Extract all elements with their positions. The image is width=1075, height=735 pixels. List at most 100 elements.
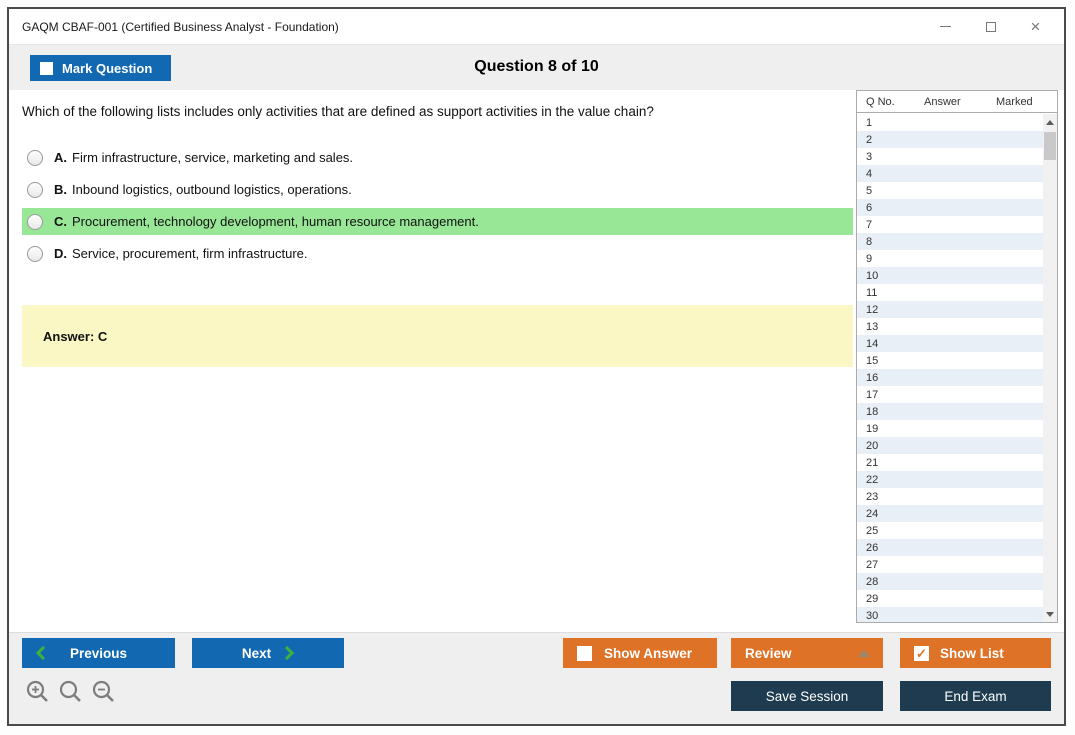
question-list-row[interactable]: 24 — [857, 505, 1043, 522]
question-counter: Question 8 of 10 — [9, 58, 1064, 76]
option-text: Service, procurement, firm infrastructur… — [72, 246, 308, 261]
header-strip: Mark Question Question 8 of 10 — [9, 44, 1064, 90]
question-list-row[interactable]: 19 — [857, 420, 1043, 437]
option-row[interactable]: D. Service, procurement, firm infrastruct… — [22, 240, 853, 267]
option-text: Inbound logistics, outbound logistics, o… — [72, 182, 352, 197]
title-bar: GAQM CBAF-001 (Certified Business Analys… — [9, 9, 1064, 44]
qno-cell: 4 — [866, 168, 924, 180]
question-list-row[interactable]: 12 — [857, 301, 1043, 318]
question-list-row[interactable]: 17 — [857, 386, 1043, 403]
qno-cell: 2 — [866, 134, 924, 146]
option-text: Firm infrastructure, service, marketing … — [72, 150, 353, 165]
show-answer-checkbox[interactable] — [577, 646, 592, 661]
qno-cell: 17 — [866, 389, 924, 401]
radio-button[interactable] — [27, 246, 43, 262]
question-list-row[interactable]: 2 — [857, 131, 1043, 148]
qno-cell: 14 — [866, 338, 924, 350]
option-row[interactable]: B.Inbound logistics, outbound logistics,… — [22, 176, 853, 203]
qno-cell: 7 — [866, 219, 924, 231]
question-list-row[interactable]: 5 — [857, 182, 1043, 199]
zoom-out-icon[interactable] — [91, 679, 117, 705]
qno-cell: 11 — [866, 287, 924, 299]
qno-cell: 13 — [866, 321, 924, 333]
zoom-in-icon[interactable] — [25, 679, 51, 705]
qno-cell: 21 — [866, 457, 924, 469]
previous-button[interactable]: Previous — [22, 638, 175, 668]
question-list-row[interactable]: 25 — [857, 522, 1043, 539]
question-panel: Which of the following lists includes on… — [9, 90, 856, 632]
question-list-row[interactable]: 26 — [857, 539, 1043, 556]
question-list-row[interactable]: 23 — [857, 488, 1043, 505]
qno-cell: 26 — [866, 542, 924, 554]
options-list: A. Firm infrastructure, service, marketin… — [22, 144, 853, 267]
show-answer-button[interactable]: Show Answer — [563, 638, 717, 668]
end-exam-label: End Exam — [944, 689, 1006, 704]
answer-label: Answer: C — [43, 329, 107, 344]
triangle-up-icon — [1046, 120, 1054, 125]
question-text: Which of the following lists includes on… — [22, 104, 856, 119]
close-button[interactable]: × — [1013, 9, 1058, 44]
zoom-toolbar — [25, 679, 117, 705]
qno-cell: 9 — [866, 253, 924, 265]
question-list-row[interactable]: 29 — [857, 590, 1043, 607]
qno-cell: 15 — [866, 355, 924, 367]
next-label: Next — [242, 646, 271, 661]
window-controls: × — [923, 9, 1058, 44]
question-list-row[interactable]: 1 — [857, 114, 1043, 131]
triangle-down-icon — [1046, 612, 1054, 617]
question-list-header: Q No. Answer Marked — [857, 91, 1057, 113]
question-list-row[interactable]: 6 — [857, 199, 1043, 216]
question-list-row[interactable]: 30 — [857, 607, 1043, 622]
show-list-label: Show List — [940, 646, 1004, 661]
question-list-row[interactable]: 20 — [857, 437, 1043, 454]
question-list-row[interactable]: 7 — [857, 216, 1043, 233]
column-marked: Marked — [996, 96, 1043, 108]
maximize-icon — [986, 22, 996, 32]
question-list-row[interactable]: 21 — [857, 454, 1043, 471]
question-list-row[interactable]: 18 — [857, 403, 1043, 420]
content-area: Which of the following lists includes on… — [9, 90, 1064, 632]
scrollbar-thumb[interactable] — [1044, 132, 1056, 160]
question-list-row[interactable]: 13 — [857, 318, 1043, 335]
option-letter: A. — [54, 150, 67, 165]
question-list-row[interactable]: 11 — [857, 284, 1043, 301]
question-list-row[interactable]: 16 — [857, 369, 1043, 386]
next-button[interactable]: Next — [192, 638, 344, 668]
question-list-row[interactable]: 14 — [857, 335, 1043, 352]
question-list-row[interactable]: 28 — [857, 573, 1043, 590]
option-row[interactable]: A. Firm infrastructure, service, marketin… — [22, 144, 853, 171]
qno-cell: 18 — [866, 406, 924, 418]
scroll-down-arrow[interactable] — [1043, 606, 1057, 622]
show-list-checkbox[interactable]: ✓ — [914, 646, 929, 661]
column-answer: Answer — [924, 96, 996, 108]
save-session-button[interactable]: Save Session — [731, 681, 883, 711]
qno-cell: 27 — [866, 559, 924, 571]
review-button[interactable]: Review — [731, 638, 883, 668]
question-list-row[interactable]: 10 — [857, 267, 1043, 284]
minimize-icon — [940, 26, 951, 27]
scroll-up-arrow[interactable] — [1043, 114, 1057, 130]
save-session-label: Save Session — [766, 689, 849, 704]
question-list-row[interactable]: 22 — [857, 471, 1043, 488]
qno-cell: 6 — [866, 202, 924, 214]
radio-button[interactable] — [27, 214, 43, 230]
question-list-panel: Q No. Answer Marked 12345678910111213141… — [856, 90, 1058, 623]
question-list-row[interactable]: 4 — [857, 165, 1043, 182]
question-list-row[interactable]: 8 — [857, 233, 1043, 250]
question-list-row[interactable]: 9 — [857, 250, 1043, 267]
show-list-button[interactable]: ✓ Show List — [900, 638, 1051, 668]
maximize-button[interactable] — [968, 9, 1013, 44]
option-letter: D. — [54, 246, 67, 261]
end-exam-button[interactable]: End Exam — [900, 681, 1051, 711]
zoom-reset-icon[interactable] — [58, 679, 84, 705]
minimize-button[interactable] — [923, 9, 968, 44]
qno-cell: 25 — [866, 525, 924, 537]
question-list-scrollbar[interactable] — [1043, 114, 1057, 622]
question-list-row[interactable]: 15 — [857, 352, 1043, 369]
question-list-row[interactable]: 3 — [857, 148, 1043, 165]
radio-button[interactable] — [27, 150, 43, 166]
chevron-left-icon — [36, 646, 46, 660]
question-list-row[interactable]: 27 — [857, 556, 1043, 573]
radio-button[interactable] — [27, 182, 43, 198]
option-row[interactable]: C.Procurement, technology development, h… — [22, 208, 853, 235]
